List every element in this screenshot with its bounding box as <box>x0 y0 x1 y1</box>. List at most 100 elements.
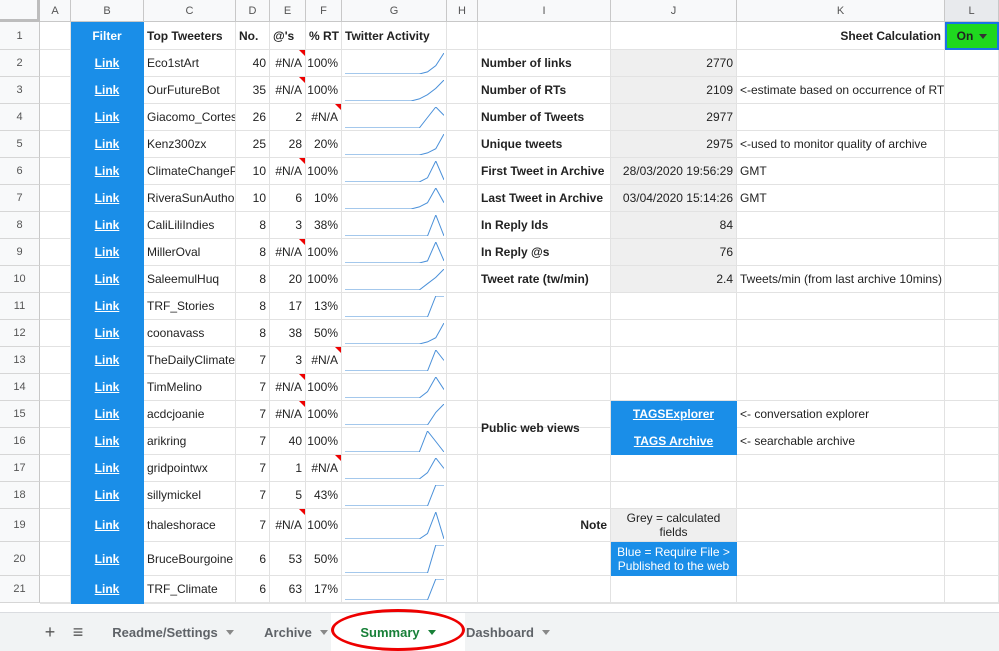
row-header-20[interactable]: 20 <box>0 542 40 576</box>
empty-cell[interactable] <box>447 22 478 50</box>
empty-cell[interactable] <box>447 212 478 239</box>
empty-cell[interactable] <box>478 22 611 50</box>
empty-cell[interactable] <box>737 603 945 604</box>
empty-cell[interactable] <box>737 482 945 509</box>
sheet-calculation-toggle[interactable]: On <box>945 22 999 50</box>
empty-cell[interactable] <box>236 603 270 604</box>
row-header-18[interactable]: 18 <box>0 482 40 509</box>
filter-link[interactable]: Link <box>71 542 144 576</box>
empty-cell[interactable] <box>478 374 611 401</box>
filter-link[interactable]: Link <box>71 482 144 509</box>
tags-explorer-link[interactable]: TAGSExplorer <box>611 401 737 428</box>
filter-link[interactable]: Link <box>71 455 144 482</box>
empty-cell[interactable] <box>447 77 478 104</box>
empty-cell[interactable] <box>945 293 999 320</box>
empty-cell[interactable] <box>270 603 306 604</box>
empty-cell[interactable] <box>478 320 611 347</box>
empty-cell[interactable] <box>611 603 737 604</box>
empty-cell[interactable] <box>447 185 478 212</box>
row-header-1[interactable]: 1 <box>0 22 40 50</box>
empty-cell[interactable] <box>945 509 999 542</box>
empty-cell[interactable] <box>40 212 71 239</box>
empty-cell[interactable] <box>945 239 999 266</box>
row-header-19[interactable]: 19 <box>0 509 40 542</box>
row-header-10[interactable]: 10 <box>0 266 40 293</box>
empty-cell[interactable] <box>447 401 478 428</box>
column-header-c[interactable]: C <box>144 0 236 22</box>
filter-link[interactable]: Link <box>71 374 144 401</box>
empty-cell[interactable] <box>40 320 71 347</box>
row-header-8[interactable]: 8 <box>0 212 40 239</box>
empty-cell[interactable] <box>945 347 999 374</box>
empty-cell[interactable] <box>447 293 478 320</box>
filter-link[interactable]: Link <box>71 239 144 266</box>
empty-cell[interactable] <box>447 239 478 266</box>
column-header-b[interactable]: B <box>71 0 144 22</box>
row-header-16[interactable]: 16 <box>0 428 40 455</box>
empty-cell[interactable] <box>40 603 71 604</box>
row-header-21[interactable]: 21 <box>0 576 40 603</box>
empty-cell[interactable] <box>40 293 71 320</box>
empty-cell[interactable] <box>447 266 478 293</box>
empty-cell[interactable] <box>40 131 71 158</box>
filter-link[interactable]: Link <box>71 185 144 212</box>
column-header-h[interactable]: H <box>447 0 478 22</box>
filter-link[interactable]: Link <box>71 212 144 239</box>
empty-cell[interactable] <box>945 428 999 455</box>
column-header-g[interactable]: G <box>342 0 447 22</box>
chevron-down-icon[interactable] <box>319 629 328 635</box>
sheet-tab-archive[interactable]: Archive <box>256 613 336 651</box>
empty-cell[interactable] <box>447 320 478 347</box>
empty-cell[interactable] <box>447 374 478 401</box>
empty-cell[interactable] <box>40 576 71 603</box>
empty-cell[interactable] <box>945 266 999 293</box>
all-sheets-button[interactable]: ≡ <box>66 613 90 651</box>
sheet-tab-readme-settings[interactable]: Readme/Settings <box>104 613 242 651</box>
empty-cell[interactable] <box>40 374 71 401</box>
empty-cell[interactable] <box>478 293 611 320</box>
filter-link[interactable]: Link <box>71 131 144 158</box>
empty-cell[interactable] <box>611 22 737 50</box>
empty-cell[interactable] <box>447 576 478 603</box>
empty-cell[interactable] <box>611 320 737 347</box>
row-header-4[interactable]: 4 <box>0 104 40 131</box>
row-header-5[interactable]: 5 <box>0 131 40 158</box>
empty-cell[interactable] <box>447 542 478 576</box>
empty-cell[interactable] <box>611 347 737 374</box>
sheet-tab-summary[interactable]: Summary <box>331 613 465 651</box>
empty-cell[interactable] <box>611 374 737 401</box>
filter-link[interactable]: Link <box>71 158 144 185</box>
empty-cell[interactable] <box>40 239 71 266</box>
column-header-e[interactable]: E <box>270 0 306 22</box>
empty-cell[interactable] <box>447 50 478 77</box>
chevron-down-icon[interactable] <box>427 629 436 635</box>
empty-cell[interactable] <box>945 212 999 239</box>
dropdown-arrow-icon[interactable] <box>979 33 988 39</box>
column-header-i[interactable]: I <box>478 0 611 22</box>
spreadsheet-grid[interactable]: A B C D E F G H I J K L 1 2 3 4 5 6 7 8 9 10 11 12 13 14 15 16 17 18 1… <box>0 0 999 612</box>
row-header-13[interactable]: 13 <box>0 347 40 374</box>
column-header-a[interactable]: A <box>40 0 71 22</box>
empty-cell[interactable] <box>945 185 999 212</box>
empty-cell[interactable] <box>40 77 71 104</box>
empty-cell[interactable] <box>945 482 999 509</box>
filter-link[interactable]: Link <box>71 77 144 104</box>
empty-cell[interactable] <box>737 320 945 347</box>
empty-cell[interactable] <box>342 603 447 604</box>
row-header-14[interactable]: 14 <box>0 374 40 401</box>
empty-cell[interactable] <box>40 104 71 131</box>
empty-cell[interactable] <box>945 77 999 104</box>
empty-cell[interactable] <box>447 482 478 509</box>
row-header-9[interactable]: 9 <box>0 239 40 266</box>
filter-cell[interactable] <box>71 603 144 604</box>
empty-cell[interactable] <box>945 320 999 347</box>
filter-link[interactable]: Link <box>71 104 144 131</box>
empty-cell[interactable] <box>40 50 71 77</box>
empty-cell[interactable] <box>40 185 71 212</box>
empty-cell[interactable] <box>478 576 611 603</box>
empty-cell[interactable] <box>737 509 945 542</box>
column-header-j[interactable]: J <box>611 0 737 22</box>
select-all-corner[interactable] <box>0 0 40 22</box>
empty-cell[interactable] <box>40 455 71 482</box>
empty-cell[interactable] <box>40 347 71 374</box>
